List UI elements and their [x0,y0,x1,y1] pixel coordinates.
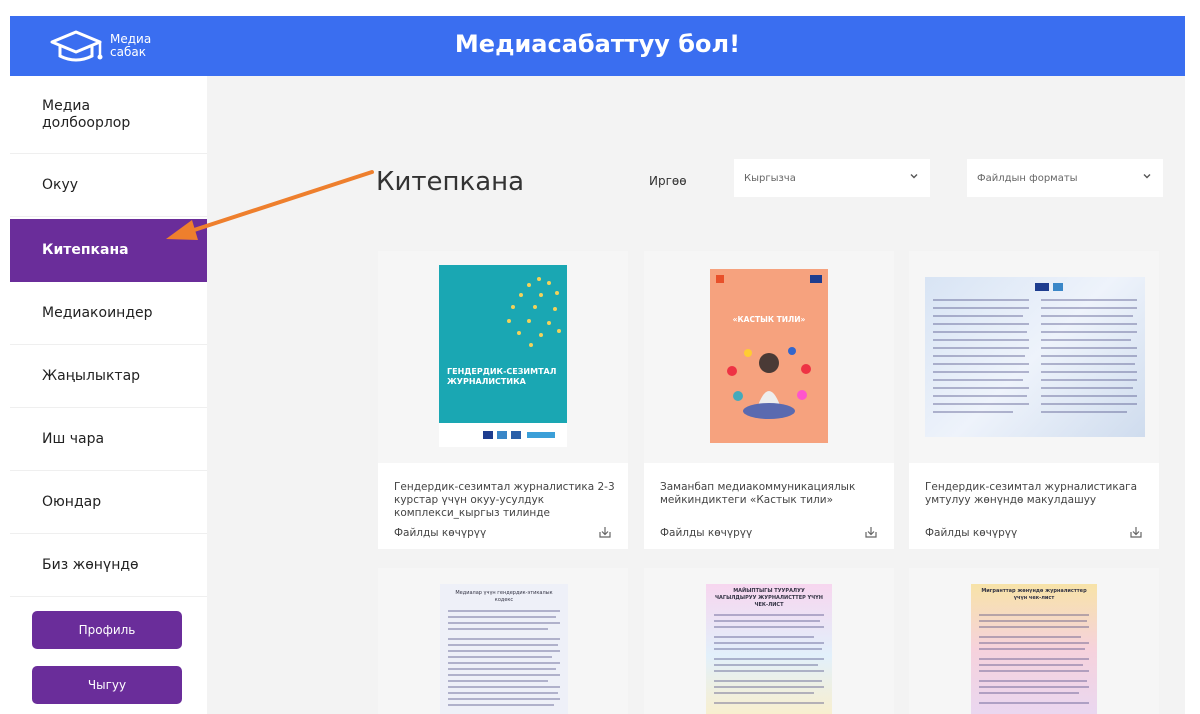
annotation-arrow [166,170,374,240]
